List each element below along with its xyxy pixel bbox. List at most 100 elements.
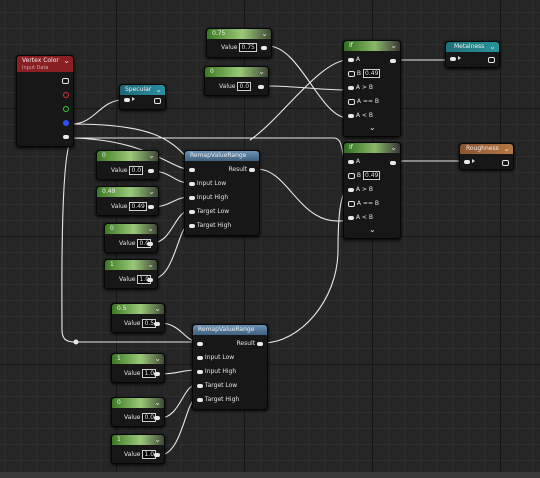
input-pin[interactable]: [450, 57, 456, 61]
chevron-down-icon[interactable]: ⌄: [148, 187, 155, 196]
output-pin[interactable]: [154, 322, 160, 326]
pin-label: Target High: [204, 396, 240, 403]
scalar-param-node[interactable]: 0.49 ⌄ Value 0.49: [96, 186, 159, 216]
if-node[interactable]: If ⌄ A B 0.49 A > B A == B A < B ⌄: [343, 142, 401, 239]
chevron-down-icon[interactable]: ⌄: [147, 224, 154, 233]
output-pin-red[interactable]: [63, 92, 69, 98]
input-pin[interactable]: [189, 167, 195, 172]
input-pin-a-lt-b[interactable]: [348, 215, 354, 220]
input-pin-high[interactable]: [197, 369, 203, 374]
input-pin[interactable]: [124, 98, 130, 102]
input-pin-a-gt-b[interactable]: [348, 187, 354, 192]
input-pin-a-eq-b[interactable]: [348, 200, 355, 207]
output-pin-rgb[interactable]: [62, 78, 69, 84]
chevron-down-icon[interactable]: ⌄: [261, 29, 268, 38]
output-pin[interactable]: [154, 372, 160, 376]
output-pin-result[interactable]: [249, 167, 255, 172]
scalar-param-node[interactable]: 1 ⌄ Value 1.0: [111, 353, 165, 383]
scalar-param-node[interactable]: 0 ⌄ Value 0.0: [96, 150, 159, 180]
target-pin-high[interactable]: [189, 223, 195, 228]
scalar-param-node[interactable]: 0 ⌄ Value 0.0: [111, 397, 165, 427]
wire: [262, 189, 349, 344]
chevron-down-icon[interactable]: ⌄: [503, 144, 510, 153]
chevron-down-icon[interactable]: ⌄: [155, 85, 162, 94]
input-pin[interactable]: [464, 160, 470, 164]
output-pin-blue[interactable]: [63, 120, 69, 126]
value-input[interactable]: 0.0: [129, 166, 144, 175]
input-pin-b[interactable]: [348, 70, 355, 77]
input-pin-a-eq-b[interactable]: [348, 98, 355, 105]
pin-label: A == B: [356, 98, 380, 105]
output-pin[interactable]: [154, 416, 160, 420]
scalar-param-node[interactable]: 0.5 ⌄ Value 0.5: [111, 303, 165, 333]
output-pin-result[interactable]: [257, 341, 263, 346]
output-pin[interactable]: [488, 57, 495, 63]
specular-output-node[interactable]: Specular ⌄: [119, 84, 166, 110]
pin-label: Target Low: [196, 208, 230, 215]
output-pin[interactable]: [390, 59, 396, 63]
pin-label: B: [356, 70, 362, 77]
scalar-param-node[interactable]: 0 ⌄ Value 0.0: [204, 66, 269, 96]
scalar-param-node[interactable]: 1 ⌄ Value 1.0: [111, 434, 165, 464]
output-pin-alpha[interactable]: [63, 135, 69, 139]
chevron-down-icon[interactable]: ⌄: [154, 304, 161, 313]
input-pin-a[interactable]: [348, 57, 354, 62]
chevron-down-icon[interactable]: ⌄: [154, 354, 161, 363]
metalness-output-node[interactable]: Metalness ⌄: [445, 41, 500, 68]
input-pin-a[interactable]: [348, 159, 354, 164]
bottom-scrollbar[interactable]: [0, 472, 540, 478]
chevron-down-icon[interactable]: ⌄: [390, 143, 397, 152]
input-pin-high[interactable]: [189, 195, 195, 200]
node-title: RemapValueRange: [193, 325, 267, 335]
scalar-param-node[interactable]: 0 ⌄ Value 0.0: [104, 223, 158, 253]
output-pin[interactable]: [147, 278, 153, 282]
pin-label: Input Low: [204, 354, 235, 361]
target-pin-low[interactable]: [197, 383, 203, 388]
b-value-input[interactable]: 0.49: [363, 69, 381, 78]
pin-label: A: [355, 56, 361, 63]
input-pin[interactable]: [197, 341, 203, 346]
value-label: Value: [111, 167, 128, 174]
value-input[interactable]: 0.75: [239, 43, 257, 52]
chevron-down-icon[interactable]: ⌄: [154, 398, 161, 407]
remap-value-range-node[interactable]: RemapValueRange Result Input Low Input H…: [184, 150, 260, 236]
value-input[interactable]: 0.49: [129, 202, 147, 211]
if-node[interactable]: If ⌄ A B 0.49 A > B A == B A < B ⌄: [343, 40, 401, 137]
input-pin-low[interactable]: [189, 181, 195, 186]
chevron-down-icon[interactable]: ⌄: [63, 56, 70, 65]
chevron-down-icon[interactable]: ⌄: [258, 67, 265, 76]
output-pin[interactable]: [390, 161, 396, 165]
exec-pin: [132, 97, 135, 101]
chevron-down-icon[interactable]: ⌄: [369, 225, 376, 234]
output-pin[interactable]: [147, 242, 153, 246]
chevron-down-icon[interactable]: ⌄: [390, 41, 397, 50]
output-pin[interactable]: [154, 98, 161, 104]
vertex-color-node[interactable]: Vertex Color Input Data ⌄: [16, 55, 74, 147]
output-pin-green[interactable]: [63, 106, 69, 112]
chevron-down-icon[interactable]: ⌄: [489, 42, 496, 51]
input-pin-b[interactable]: [348, 172, 355, 179]
output-pin[interactable]: [154, 453, 160, 457]
target-pin-high[interactable]: [197, 397, 203, 402]
chevron-down-icon[interactable]: ⌄: [154, 435, 161, 444]
scalar-param-node[interactable]: 0.75 ⌄ Value 0.75: [206, 28, 272, 58]
value-input[interactable]: 0.0: [237, 82, 252, 91]
input-pin-low[interactable]: [197, 355, 203, 360]
output-pin[interactable]: [148, 205, 154, 209]
output-pin[interactable]: [148, 169, 154, 173]
value-label: Value: [219, 83, 236, 90]
roughness-output-node[interactable]: Roughness ⌄: [459, 143, 514, 170]
value-label: Value: [221, 44, 238, 51]
scalar-param-node[interactable]: 1 ⌄ Value 1.0: [104, 259, 158, 289]
output-pin[interactable]: [502, 160, 509, 166]
output-pin[interactable]: [261, 46, 267, 50]
input-pin-a-gt-b[interactable]: [348, 85, 354, 90]
output-pin[interactable]: [258, 85, 264, 89]
chevron-down-icon[interactable]: ⌄: [148, 151, 155, 160]
chevron-down-icon[interactable]: ⌄: [147, 260, 154, 269]
b-value-input[interactable]: 0.49: [363, 171, 381, 180]
remap-value-range-node[interactable]: RemapValueRange Result Input Low Input H…: [192, 324, 268, 410]
input-pin-a-lt-b[interactable]: [348, 113, 354, 118]
chevron-down-icon[interactable]: ⌄: [369, 123, 376, 132]
target-pin-low[interactable]: [189, 209, 195, 214]
